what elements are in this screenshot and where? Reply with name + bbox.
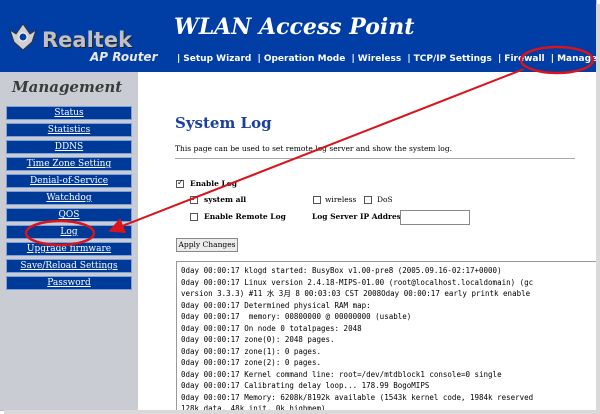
realtek-logo[interactable]: Realtek AP Router: [6, 14, 166, 64]
app-window: Realtek AP Router WLAN Access Point | Set…: [0, 0, 597, 411]
enable-remote-log-label: Enable Remote Log: [204, 212, 286, 221]
sidebar-item-time-zone[interactable]: Time Zone Setting: [6, 157, 132, 171]
nav-wireless[interactable]: Wireless: [358, 54, 401, 64]
sidebar-item-password[interactable]: Password: [6, 276, 132, 290]
realtek-wings-icon: [9, 23, 37, 51]
nav-separator: |: [498, 54, 502, 64]
nav-separator: |: [550, 54, 555, 64]
nav-separator: |: [351, 54, 355, 64]
nav-management[interactable]: Management: [557, 54, 596, 64]
nav-separator: |: [257, 54, 261, 64]
page-description: This page can be used to set remote log …: [175, 144, 453, 153]
page-title: System Log: [175, 114, 272, 132]
system-log-textarea[interactable]: 0day 00:00:17 klogd started: BusyBox v1.…: [176, 261, 596, 411]
sidebar-item-dos[interactable]: Denial-of-Service: [6, 174, 132, 188]
brand-name: Realtek: [42, 28, 133, 52]
dos-checkbox[interactable]: [364, 196, 372, 204]
sidebar-item-watchdog[interactable]: Watchdog: [6, 191, 132, 205]
sidebar-item-save-reload[interactable]: Save/Reload Settings: [6, 259, 132, 273]
sidebar-item-ddns[interactable]: DDNS: [6, 140, 132, 154]
top-nav: | Setup Wizard | Operation Mode | Wireless …: [174, 54, 596, 64]
sidebar-title: Management: [12, 78, 123, 96]
window-shadow: [4, 410, 600, 414]
app-title: WLAN Access Point: [174, 14, 415, 40]
wireless-label: wireless: [325, 195, 357, 204]
window-shadow: [596, 4, 600, 414]
log-text: 0day 00:00:17 klogd started: BusyBox v1.…: [181, 266, 534, 411]
nav-firewall[interactable]: Firewall: [504, 54, 544, 64]
log-server-ip-input[interactable]: [400, 210, 470, 225]
enable-log-checkbox[interactable]: [176, 178, 184, 188]
main-content: System Log This page can be used to set …: [138, 72, 596, 410]
sidebar: Management Status Statistics DDNS Time Z…: [0, 72, 138, 410]
header-bar: Realtek AP Router WLAN Access Point | Set…: [0, 0, 596, 72]
sidebar-item-status[interactable]: Status: [6, 106, 132, 120]
sidebar-item-statistics[interactable]: Statistics: [6, 123, 132, 137]
system-all-label: system all: [204, 195, 247, 204]
nav-separator: |: [407, 54, 411, 64]
sidebar-item-log[interactable]: Log: [6, 225, 132, 239]
sidebar-item-qos[interactable]: QOS: [6, 208, 132, 222]
dos-label: DoS: [377, 195, 393, 204]
divider: [175, 158, 575, 159]
nav-setup-wizard[interactable]: Setup Wizard: [183, 54, 251, 64]
nav-tcpip-settings[interactable]: TCP/IP Settings: [414, 54, 492, 64]
nav-operation-mode[interactable]: Operation Mode: [264, 54, 346, 64]
product-name: AP Router: [90, 50, 158, 64]
wireless-checkbox[interactable]: [313, 196, 321, 204]
system-all-checkbox[interactable]: [190, 194, 198, 204]
log-server-ip-label: Log Server IP Address:: [312, 212, 408, 221]
apply-changes-button[interactable]: Apply Changes: [176, 238, 238, 252]
sidebar-item-upgrade[interactable]: Upgrade firmware: [6, 242, 132, 256]
enable-log-label: Enable Log: [190, 179, 238, 188]
enable-remote-log-checkbox[interactable]: [190, 213, 198, 221]
nav-separator: |: [177, 54, 181, 64]
